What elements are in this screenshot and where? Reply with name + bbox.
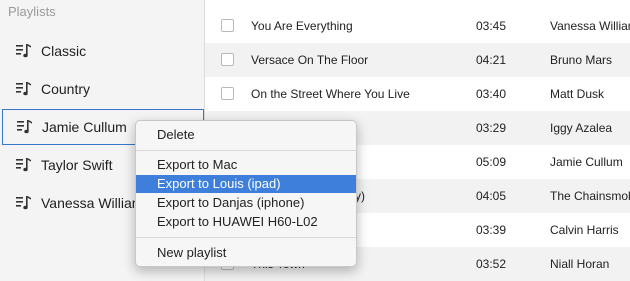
song-duration: 03:45 (476, 19, 507, 33)
sidebar-item-label: Taylor Swift (41, 157, 113, 173)
menu-item-export-huawei[interactable]: Export to HUAWEI H60-L02 (136, 213, 356, 231)
song-duration: 04:05 (476, 189, 507, 203)
menu-item-delete[interactable]: Delete (136, 126, 356, 144)
song-title: On the Street Where You Live (251, 87, 410, 101)
sidebar-item-label: Country (41, 81, 91, 97)
song-duration: 03:40 (476, 87, 507, 101)
menu-item-export-mac[interactable]: Export to Mac (136, 156, 356, 174)
song-artist: The Chainsmokers (550, 189, 630, 203)
context-menu: Delete Export to Mac Export to Louis (ip… (135, 120, 357, 267)
song-duration: 03:52 (476, 257, 507, 271)
sidebar-item-classic[interactable]: Classic (2, 34, 204, 68)
checkbox-icon[interactable] (221, 87, 234, 100)
music-list-icon (16, 196, 31, 210)
song-artist: Niall Horan (550, 257, 610, 271)
table-row[interactable]: You Are Everything 03:45 Vanessa William… (205, 9, 630, 43)
song-duration: 03:29 (476, 121, 507, 135)
music-list-icon (16, 82, 31, 96)
menu-separator (136, 237, 356, 238)
song-artist: Matt Dusk (550, 87, 605, 101)
music-list-icon (16, 44, 31, 58)
menu-separator (136, 150, 356, 151)
song-title: Versace On The Floor (251, 53, 369, 67)
sidebar-header: Playlists (8, 4, 56, 19)
song-artist: Jamie Cullum (550, 155, 623, 169)
music-list-icon (16, 158, 31, 172)
checkbox-icon[interactable] (221, 19, 234, 32)
song-artist: Bruno Mars (550, 53, 613, 67)
sidebar-item-country[interactable]: Country (2, 72, 204, 106)
song-duration: 04:21 (476, 53, 507, 67)
table-row[interactable]: On the Street Where You Live 03:40 Matt … (205, 77, 630, 111)
song-artist: Iggy Azalea (550, 121, 613, 135)
song-artist: Vanessa Williams (550, 19, 630, 33)
menu-item-export-danjas[interactable]: Export to Danjas (iphone) (136, 194, 356, 212)
song-artist: Calvin Harris (550, 223, 619, 237)
table-row[interactable]: Versace On The Floor 04:21 Bruno Mars (205, 43, 630, 77)
checkbox-icon[interactable] (221, 53, 234, 66)
song-duration: 03:39 (476, 223, 507, 237)
music-list-icon (17, 120, 32, 134)
sidebar-item-label: Classic (41, 43, 87, 59)
menu-item-export-louis[interactable]: Export to Louis (ipad) (136, 175, 356, 193)
song-duration: 05:09 (476, 155, 507, 169)
menu-item-new-playlist[interactable]: New playlist (136, 244, 356, 262)
song-title: You Are Everything (251, 19, 353, 33)
sidebar-item-label: Jamie Cullum (42, 119, 127, 135)
